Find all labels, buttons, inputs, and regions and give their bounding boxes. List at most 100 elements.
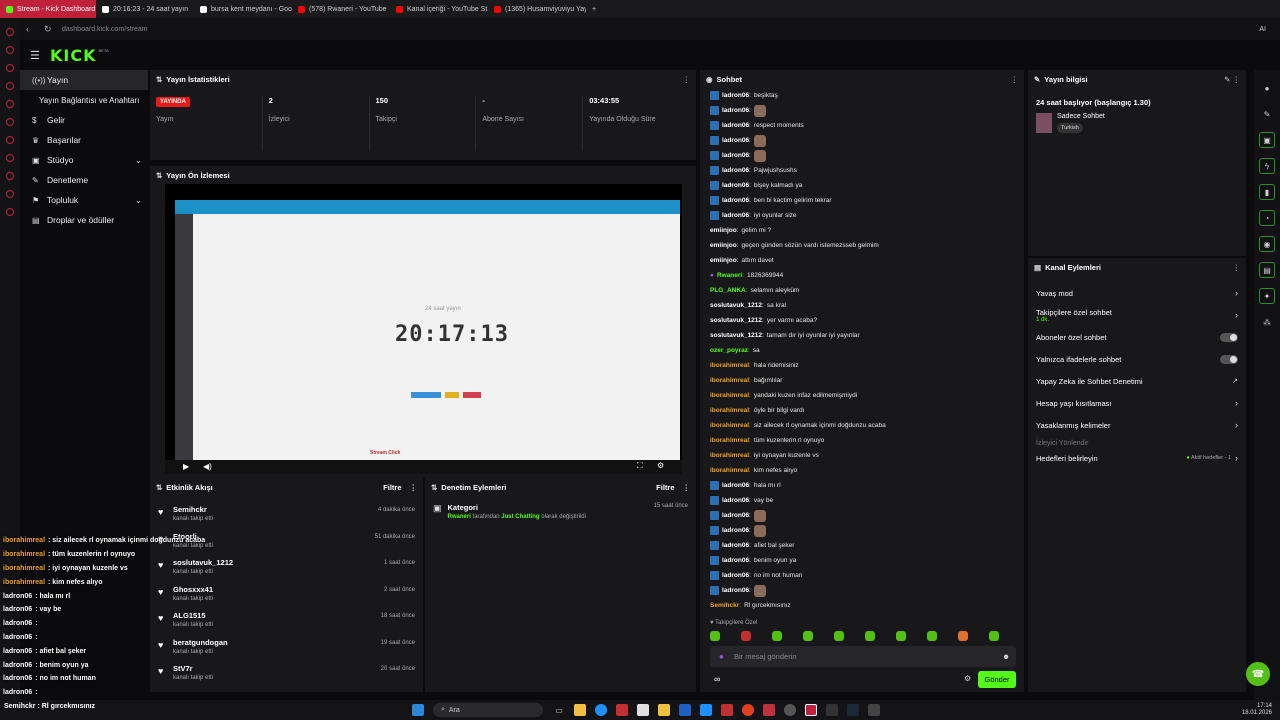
browser-tab[interactable]: (578) Rwaneri - YouTube (292, 0, 390, 18)
emote-icon[interactable] (958, 631, 968, 641)
chat-username[interactable]: ladron06 (722, 167, 749, 174)
kick-logo[interactable]: KICK (50, 46, 97, 65)
chat-username[interactable]: emiinjoo (710, 227, 737, 234)
strip-icon[interactable] (6, 172, 14, 180)
support-chat-icon[interactable]: ☎ (1246, 662, 1270, 686)
strip-icon[interactable] (6, 100, 14, 108)
chat-username[interactable]: ladron06 (722, 587, 749, 594)
browser-tab[interactable]: bursa kent meydanı - Goo (194, 0, 292, 18)
reload-icon[interactable]: ↻ (44, 24, 56, 35)
chat-username[interactable]: ladron06 (722, 152, 749, 159)
emote-icon[interactable] (896, 631, 906, 641)
more-icon[interactable]: ⋮ (683, 75, 691, 84)
hamburger-icon[interactable]: ☰ (30, 49, 40, 62)
chat-username[interactable]: soslutavuk_1212 (710, 302, 762, 309)
chat-username[interactable]: soslutavuk_1212 (710, 332, 762, 339)
video-player[interactable]: 24 saat yayın 20:17:13 Stream Click ▶ ◀)… (165, 184, 682, 474)
strip-icon[interactable] (6, 154, 14, 162)
channel-action-row[interactable]: Takipçilere özel sohbet 1 dk. › (1028, 304, 1246, 326)
obs-icon[interactable] (826, 704, 838, 716)
settings-icon[interactable]: ⚙ (657, 461, 664, 470)
chat-username[interactable]: PLG_ANKA (710, 287, 746, 294)
emote-icon[interactable] (741, 631, 751, 641)
info-icon[interactable]: ● (1259, 80, 1275, 96)
more-icon[interactable]: ⋮ (1011, 75, 1019, 84)
chat-infinity[interactable]: ∞ (714, 674, 720, 684)
chat-username[interactable]: ladron06 (722, 497, 749, 504)
sidebar-item[interactable]: ▤ Droplar ve ödüller (20, 210, 148, 230)
chat-username[interactable]: Rwaneri (717, 272, 742, 279)
emote-icon[interactable] (834, 631, 844, 641)
sidebar-item[interactable]: ((•)) Yayın (20, 70, 148, 90)
emote-icon[interactable] (803, 631, 813, 641)
browser-tab[interactable]: Kanal içeriği - YouTube St (390, 0, 488, 18)
chrome-icon[interactable] (742, 704, 754, 716)
new-tab-icon[interactable]: + (586, 0, 600, 18)
app-icon[interactable] (616, 704, 628, 716)
chat-username[interactable]: iborahimreal (710, 392, 749, 399)
pen-icon[interactable]: ✎ (1259, 106, 1275, 122)
chat-username[interactable]: ladron06 (722, 92, 749, 99)
strip-icon[interactable] (6, 82, 14, 90)
strip-icon[interactable] (6, 190, 14, 198)
broadcast-icon[interactable]: ◉ (1259, 236, 1275, 252)
chat-username[interactable]: iborahimreal (710, 422, 749, 429)
emote-icon[interactable] (772, 631, 782, 641)
panel-icon[interactable]: ▤ (1259, 262, 1275, 278)
chat-username[interactable]: ladron06 (722, 122, 749, 129)
strip-icon[interactable] (6, 118, 14, 126)
chat-username[interactable]: ladron06 (722, 557, 749, 564)
app-icon[interactable] (637, 704, 649, 716)
fullscreen-icon[interactable]: ⛶ (637, 461, 643, 471)
sidebar-item[interactable]: ✎ Denetleme (20, 170, 148, 190)
chat-username[interactable]: iborahimreal (710, 377, 749, 384)
emoji-icon[interactable]: ☻ (1002, 652, 1010, 661)
opera-gx-icon[interactable] (805, 704, 817, 716)
toggle-switch[interactable] (1220, 332, 1238, 342)
chat-username[interactable]: ladron06 (722, 107, 749, 114)
app-icon[interactable] (784, 704, 796, 716)
chat-username[interactable]: ladron06 (722, 212, 749, 219)
back-icon[interactable]: ‹ (26, 24, 38, 34)
message-icon[interactable]: ◔ (1259, 210, 1275, 226)
app-icon[interactable] (763, 704, 775, 716)
more-icon[interactable]: ⋮ (1233, 263, 1241, 272)
chat-username[interactable]: ladron06 (722, 542, 749, 549)
app-icon[interactable] (721, 704, 733, 716)
chat-username[interactable]: iborahimreal (710, 437, 749, 444)
address-bar[interactable]: ‹ ↻ dashboard.kick.com/stream AI (20, 18, 1280, 40)
browser-tab[interactable]: (1365) Husamviyuviyu Yay (488, 0, 586, 18)
activity-user[interactable]: Semihckr (173, 505, 213, 514)
strip-icon[interactable] (6, 46, 14, 54)
strip-icon[interactable] (6, 28, 14, 36)
volume-icon[interactable]: ◀) (203, 462, 212, 471)
group-icon[interactable]: ⁂ (1259, 314, 1275, 330)
wrench-icon[interactable]: ✦ (1259, 288, 1275, 304)
strip-icon[interactable] (6, 208, 14, 216)
channel-action-row[interactable]: Yavaş mod › (1028, 282, 1246, 304)
chat-username[interactable]: ozer_poyraz (710, 347, 748, 354)
strip-icon[interactable] (6, 136, 14, 144)
channel-action-row[interactable]: Aboneler özel sohbet (1028, 326, 1246, 348)
strip-icon[interactable] (6, 64, 14, 72)
chat-settings-icon[interactable]: ⚙ (964, 674, 971, 683)
sidebar-item[interactable]: Yayın Bağlantısı ve Anahtarı (20, 90, 148, 110)
browser-tab[interactable]: 20:16:23 - 24 saat yayın (96, 0, 194, 18)
chat-username[interactable]: soslutavuk_1212 (710, 317, 762, 324)
emote-icon[interactable] (927, 631, 937, 641)
app-icon[interactable] (679, 704, 691, 716)
emote-icon[interactable] (989, 631, 999, 641)
sidebar-item[interactable]: ⚑ Topluluk ⌄ (20, 190, 148, 210)
channel-action-row[interactable]: Hesap yaşı kısıtlaması › (1028, 392, 1246, 414)
channel-action-row[interactable]: Yalnızca ifadelerle sohbet (1028, 348, 1246, 370)
steam-icon[interactable] (847, 704, 859, 716)
chat-username[interactable]: ladron06 (722, 137, 749, 144)
task-view-icon[interactable]: ▭ (553, 704, 565, 716)
chat-username[interactable]: ladron06 (722, 572, 749, 579)
chat-username[interactable]: ladron06 (722, 527, 749, 534)
app-icon[interactable] (868, 704, 880, 716)
browser-tab[interactable]: Stream - Kick Dashboard (0, 0, 96, 18)
channel-action-row[interactable]: Yasaklanmış kelimeler › (1028, 414, 1246, 436)
chat-username[interactable]: ladron06 (722, 512, 749, 519)
chat-username[interactable]: emiinjoo (710, 257, 737, 264)
